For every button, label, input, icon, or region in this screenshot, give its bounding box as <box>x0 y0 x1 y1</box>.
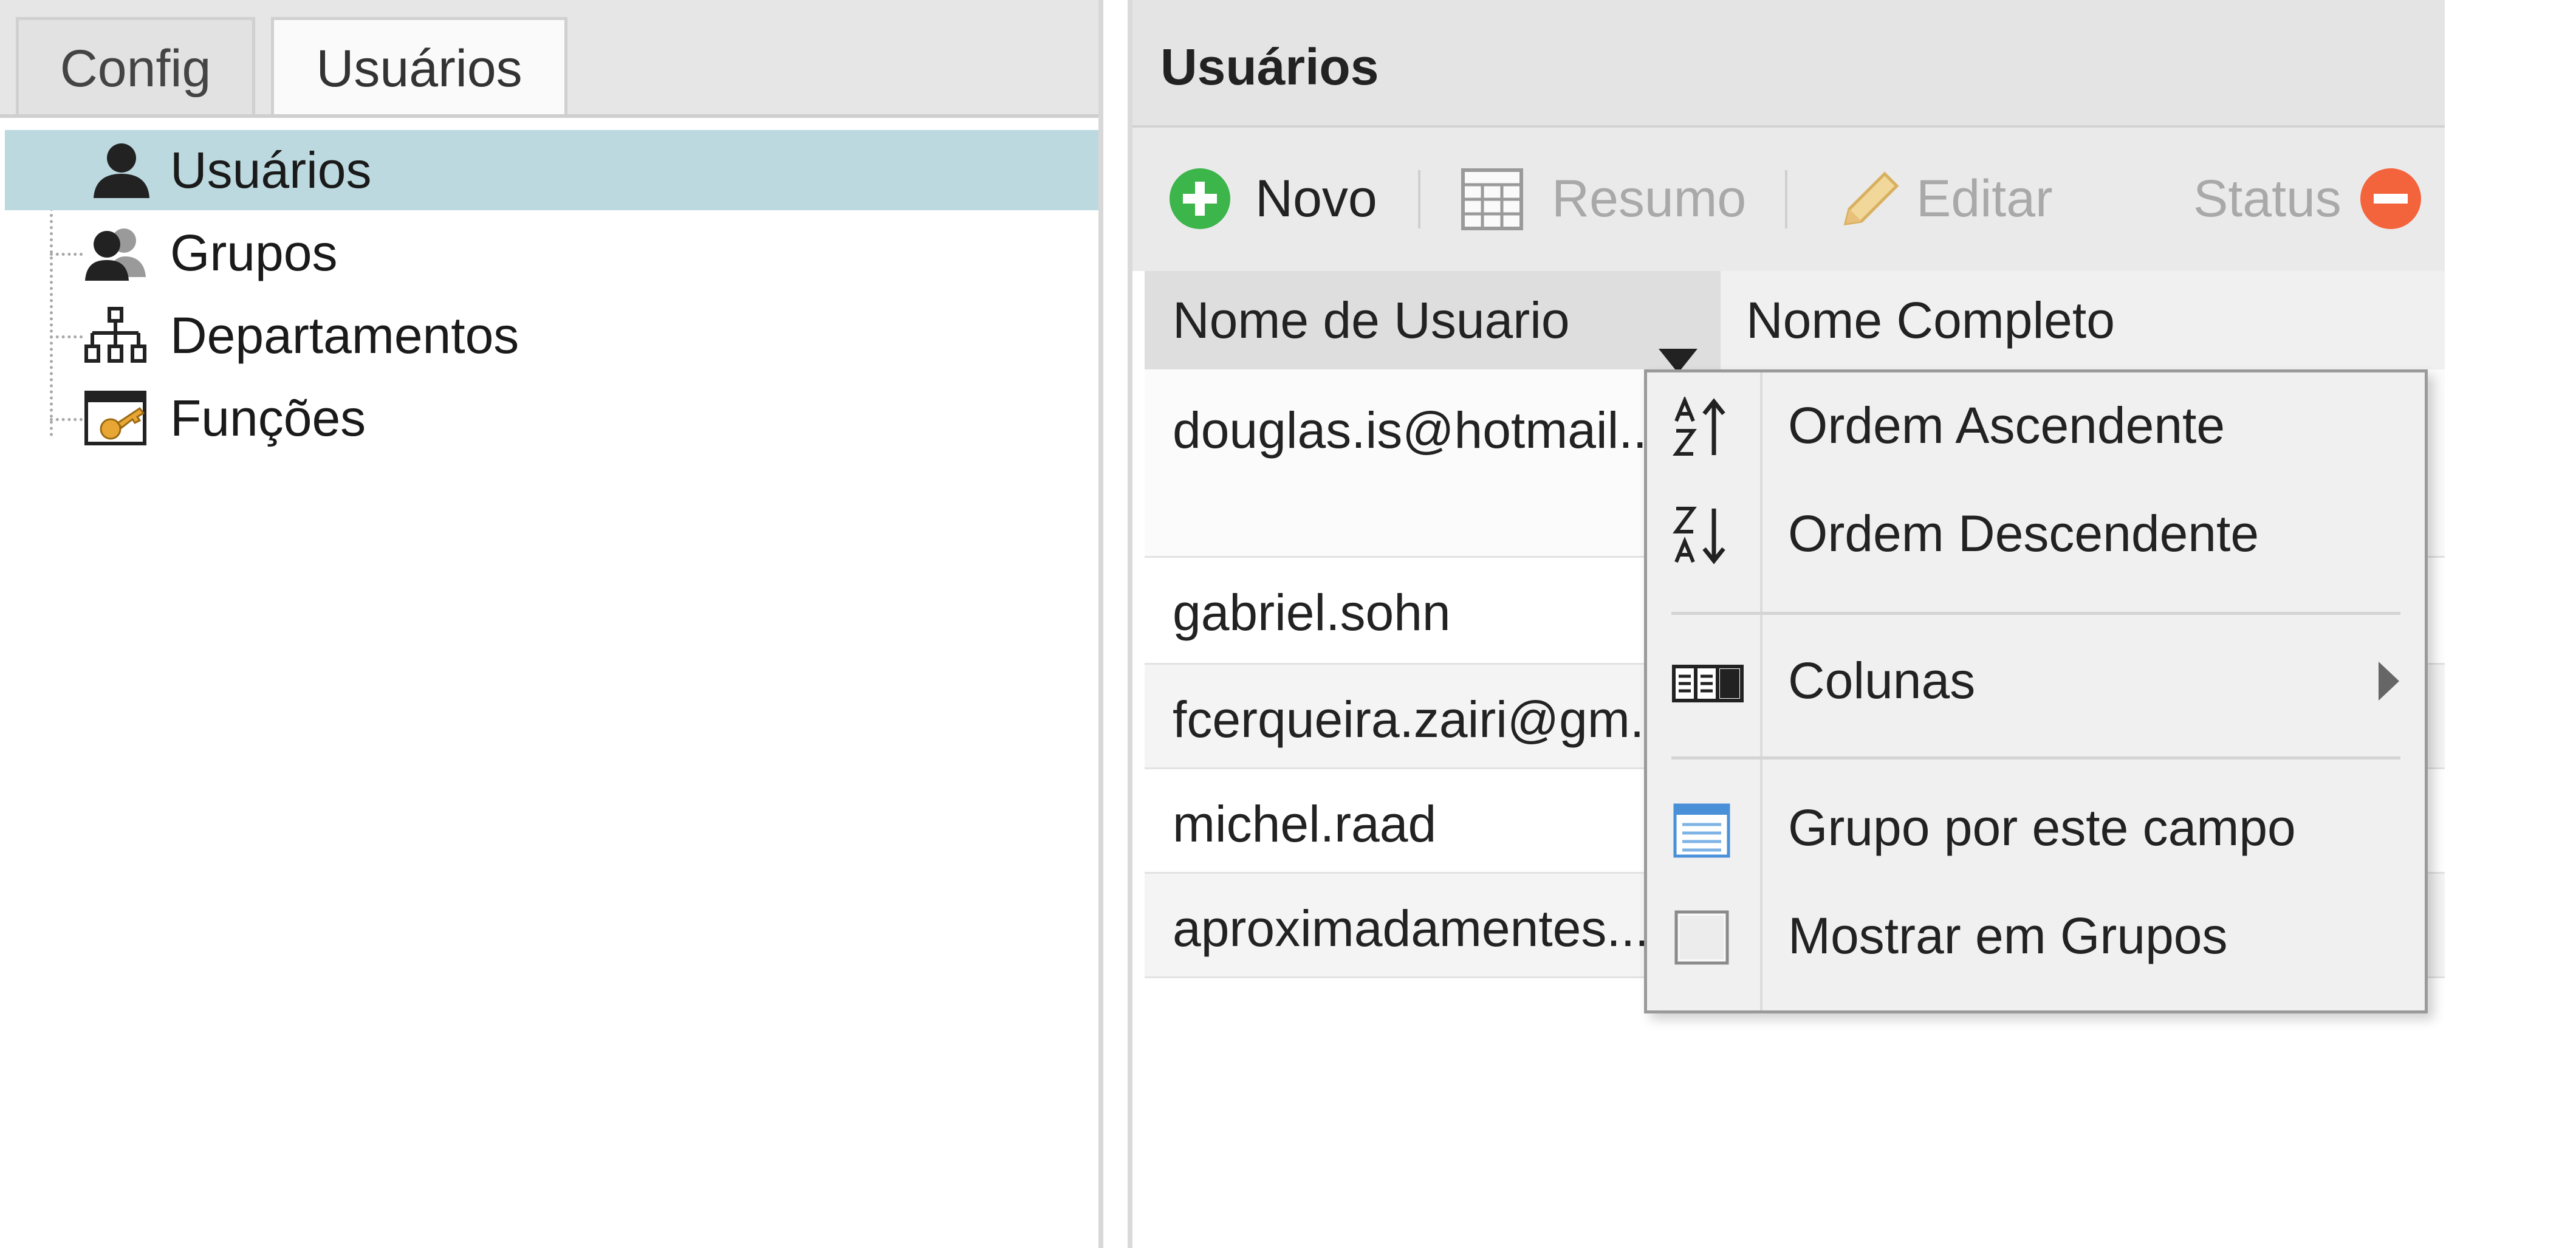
tree-item-label: Usuários <box>170 142 372 199</box>
tab-usuarios[interactable]: Usuários <box>271 17 567 114</box>
new-button[interactable]: Novo <box>1169 165 1394 232</box>
tree-item-label: Departamentos <box>170 307 519 364</box>
minus-circle-icon <box>2360 168 2422 230</box>
username-cell: fcerqueira.zairi@gm... <box>1173 691 1673 748</box>
dropdown-arrow-icon[interactable] <box>1659 307 1697 373</box>
tree-item-usuarios[interactable]: Usuários <box>5 130 1098 210</box>
tab-usuarios-label: Usuários <box>316 39 522 98</box>
column-header-username[interactable]: Nome de Usuario <box>1145 271 1721 373</box>
edit-button-label: Editar <box>1916 170 2053 228</box>
menu-item-columns[interactable]: Colunas <box>1647 628 2425 731</box>
menu-item-show-in-groups[interactable]: Mostrar em Grupos <box>1647 883 2425 986</box>
navigation-panel: Config Usuários Usuários Grupos Departam… <box>0 0 1103 1248</box>
panel-title: Usuários <box>1160 38 1379 95</box>
menu-item-label: Mostrar em Grupos <box>1788 907 2228 964</box>
edit-button[interactable]: Editar <box>1837 165 2092 232</box>
deactivate-button[interactable] <box>2360 165 2427 232</box>
user-icon <box>90 141 153 199</box>
menu-separator <box>1671 612 2400 615</box>
menu-item-group-by[interactable]: Grupo por este campo <box>1647 775 2425 878</box>
tree-item-grupos[interactable]: Grupos <box>5 213 1098 293</box>
summary-button-label: Resumo <box>1552 170 1747 228</box>
org-chart-icon <box>84 306 147 365</box>
tree-item-funcoes[interactable]: Funções <box>5 378 1098 458</box>
tree-item-departamentos[interactable]: Departamentos <box>5 295 1098 375</box>
username-cell: douglas.is@hotmail... <box>1173 402 1662 459</box>
tree-item-label: Funções <box>170 389 366 447</box>
group-icon <box>84 224 147 282</box>
menu-item-sort-descending[interactable]: Ordem Descendente <box>1647 481 2425 584</box>
spreadsheet-icon <box>1461 168 1524 231</box>
submenu-arrow-icon <box>2376 662 2400 701</box>
menu-item-sort-ascending[interactable]: Ordem Ascendente <box>1647 372 2425 476</box>
toolbar: Novo Resumo Editar Status <box>1132 128 2445 271</box>
username-cell: aproximadamentes... <box>1173 900 1649 957</box>
tab-config-label: Config <box>60 39 211 98</box>
menu-item-label: Colunas <box>1788 652 1976 709</box>
status-label: Status <box>2193 165 2345 232</box>
column-header-label: Nome de Usuario <box>1173 292 1570 349</box>
summary-button[interactable]: Resumo <box>1461 165 1746 232</box>
toolbar-separator <box>1418 170 1420 228</box>
column-header-fullname[interactable]: Nome Completo <box>1746 271 2445 369</box>
menu-item-label: Grupo por este campo <box>1788 799 2296 856</box>
checkbox-icon[interactable] <box>1671 907 1732 968</box>
sort-ascending-icon <box>1671 396 1732 458</box>
username-cell: gabriel.sohn <box>1173 584 1451 641</box>
tree-item-label: Grupos <box>170 224 338 281</box>
menu-item-label: Ordem Ascendente <box>1788 397 2225 454</box>
menu-separator <box>1671 756 2400 759</box>
username-cell: michel.raad <box>1173 795 1437 852</box>
columns-icon <box>1671 652 1744 713</box>
status-text: Status <box>2193 170 2341 228</box>
tab-config[interactable]: Config <box>16 17 255 114</box>
group-by-icon <box>1671 799 1732 860</box>
add-icon <box>1169 168 1231 230</box>
panel-header: Usuários <box>1132 0 2445 128</box>
grid-header: Nome de Usuario Nome Completo <box>1145 271 2445 373</box>
column-header-label: Nome Completo <box>1746 292 2115 349</box>
tab-bar: Config Usuários <box>0 0 1098 118</box>
toolbar-separator <box>1785 170 1787 228</box>
new-button-label: Novo <box>1255 170 1377 228</box>
column-context-menu: Ordem Ascendente Ordem Descendente Colun… <box>1644 369 2428 1013</box>
pencil-icon <box>1837 165 1904 232</box>
menu-item-label: Ordem Descendente <box>1788 505 2259 562</box>
sort-descending-icon <box>1671 505 1732 566</box>
key-window-icon <box>84 389 147 447</box>
